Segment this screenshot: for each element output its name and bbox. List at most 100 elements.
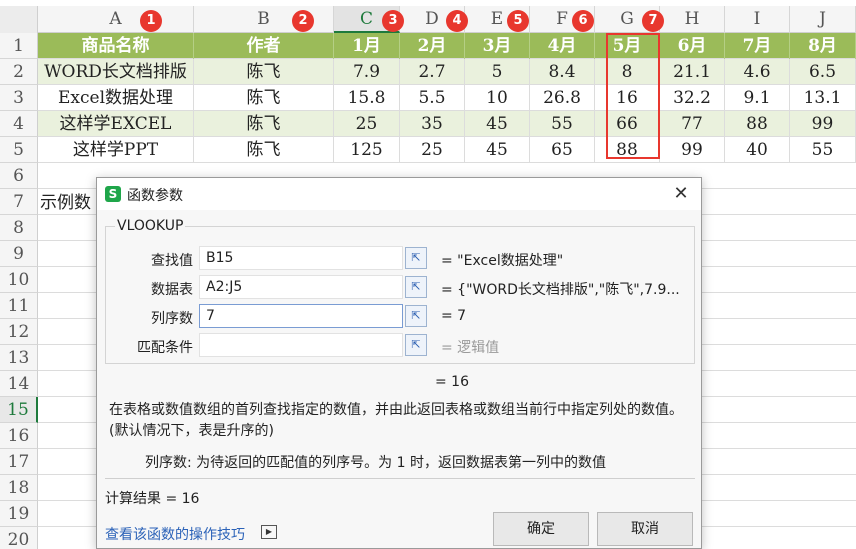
function-name: VLOOKUP — [115, 218, 186, 234]
table-cell[interactable]: 125 — [334, 137, 400, 163]
range-select-icon[interactable]: ⇱ — [405, 247, 427, 269]
table-cell[interactable]: 4.6 — [725, 59, 790, 85]
calculation-result: 计算结果 = 16 — [105, 491, 200, 507]
annotation-badge: 2 — [292, 10, 314, 32]
table-cell[interactable]: 21.1 — [660, 59, 725, 85]
header-cell[interactable]: 商品名称 — [38, 33, 194, 59]
header-cell[interactable]: 作者 — [194, 33, 334, 59]
table-cell[interactable]: 35 — [400, 111, 465, 137]
table-cell[interactable]: Excel数据处理 — [38, 85, 194, 111]
dialog-title: 函数参数 — [127, 188, 183, 204]
table-cell[interactable]: 7.9 — [334, 59, 400, 85]
dialog-titlebar[interactable]: S 函数参数 ✕ — [97, 178, 701, 210]
column-header-j[interactable]: J — [790, 6, 856, 33]
row-header-3[interactable]: 3 — [0, 85, 38, 111]
table-cell[interactable]: 5.5 — [400, 85, 465, 111]
header-cell[interactable]: 8月 — [790, 33, 856, 59]
row-header-7[interactable]: 7 — [0, 189, 38, 215]
table-cell[interactable]: 25 — [400, 137, 465, 163]
function-description: 在表格或数值数组的首列查找指定的数值，并由此返回表格或数组当前行中指定列处的数值… — [109, 402, 683, 439]
close-button[interactable]: ✕ — [669, 182, 693, 206]
table-cell[interactable]: 26.8 — [530, 85, 595, 111]
table-cell[interactable]: 这样学EXCEL — [38, 111, 194, 137]
annotation-badge: 6 — [572, 10, 594, 32]
formula-result: = 16 — [435, 374, 469, 390]
table-cell[interactable]: 45 — [465, 111, 530, 137]
ok-button[interactable]: 确定 — [493, 512, 589, 546]
function-tips-link[interactable]: 查看该函数的操作技巧 — [105, 524, 245, 544]
row-header-15[interactable]: 15 — [0, 397, 38, 423]
table-cell[interactable]: WORD长文档排版 — [38, 59, 194, 85]
cell-a7-text[interactable]: 示例数 — [40, 188, 91, 213]
row-header-17[interactable]: 17 — [0, 449, 38, 475]
header-cell[interactable]: 1月 — [334, 33, 400, 59]
row-header-5[interactable]: 5 — [0, 137, 38, 163]
range-select-icon[interactable]: ⇱ — [405, 305, 427, 327]
table-cell[interactable]: 32.2 — [660, 85, 725, 111]
table-cell[interactable]: 8.4 — [530, 59, 595, 85]
table-cell[interactable]: 45 — [465, 137, 530, 163]
range-lookup-input[interactable] — [199, 333, 403, 357]
table-cell[interactable]: 这样学PPT — [38, 137, 194, 163]
select-all-corner[interactable] — [0, 6, 38, 33]
header-cell[interactable]: 3月 — [465, 33, 530, 59]
col-index-input[interactable]: 7 — [199, 304, 403, 328]
column-header-i[interactable]: I — [725, 6, 790, 33]
arg-label-col-index: 列序数 — [151, 311, 193, 327]
table-cell[interactable]: 陈飞 — [194, 85, 334, 111]
table-array-input[interactable]: A2:J5 — [199, 275, 403, 299]
row-header-18[interactable]: 18 — [0, 475, 38, 501]
arg-result-table-array: = {"WORD长文档排版","陈飞",7.9... — [441, 282, 680, 298]
range-select-icon[interactable]: ⇱ — [405, 276, 427, 298]
row-header-4[interactable]: 4 — [0, 111, 38, 137]
table-cell[interactable]: 陈飞 — [194, 111, 334, 137]
lookup-value-input[interactable]: B15 — [199, 246, 403, 270]
column-header-h[interactable]: H — [660, 6, 725, 33]
row-header-1[interactable]: 1 — [0, 33, 38, 59]
header-cell[interactable]: 2月 — [400, 33, 465, 59]
row-header-19[interactable]: 19 — [0, 501, 38, 527]
row-header-16[interactable]: 16 — [0, 423, 38, 449]
table-cell[interactable]: 55 — [790, 137, 856, 163]
table-cell[interactable]: 陈飞 — [194, 137, 334, 163]
column-header-a[interactable]: A — [38, 6, 194, 33]
table-cell[interactable]: 13.1 — [790, 85, 856, 111]
table-cell[interactable]: 77 — [660, 111, 725, 137]
cancel-button[interactable]: 取消 — [597, 512, 693, 546]
table-cell[interactable]: 陈飞 — [194, 59, 334, 85]
table-cell[interactable]: 10 — [465, 85, 530, 111]
row-header-20[interactable]: 20 — [0, 527, 38, 549]
row-header-9[interactable]: 9 — [0, 241, 38, 267]
wps-sheet-icon: S — [105, 186, 121, 202]
arg-result-lookup-value: = "Excel数据处理" — [441, 253, 564, 269]
annotation-badge: 3 — [382, 10, 404, 32]
row-header-2[interactable]: 2 — [0, 59, 38, 85]
table-cell[interactable]: 15.8 — [334, 85, 400, 111]
annotation-badge: 1 — [140, 10, 162, 32]
table-cell[interactable]: 99 — [660, 137, 725, 163]
row-header-6[interactable]: 6 — [0, 163, 38, 189]
table-cell[interactable]: 55 — [530, 111, 595, 137]
row-header-11[interactable]: 11 — [0, 293, 38, 319]
table-cell[interactable]: 25 — [334, 111, 400, 137]
table-cell[interactable]: 2.7 — [400, 59, 465, 85]
row-header-10[interactable]: 10 — [0, 267, 38, 293]
table-cell[interactable]: 99 — [790, 111, 856, 137]
row-header-12[interactable]: 12 — [0, 319, 38, 345]
row-header-14[interactable]: 14 — [0, 371, 38, 397]
arg-result-range-lookup: = 逻辑值 — [441, 340, 500, 356]
table-cell[interactable]: 6.5 — [790, 59, 856, 85]
table-cell[interactable]: 5 — [465, 59, 530, 85]
table-cell[interactable]: 65 — [530, 137, 595, 163]
range-select-icon[interactable]: ⇱ — [405, 334, 427, 356]
header-cell[interactable]: 6月 — [660, 33, 725, 59]
header-cell[interactable]: 7月 — [725, 33, 790, 59]
row-header-13[interactable]: 13 — [0, 345, 38, 371]
table-cell[interactable]: 88 — [725, 111, 790, 137]
header-cell[interactable]: 4月 — [530, 33, 595, 59]
table-cell[interactable]: 40 — [725, 137, 790, 163]
row-header-8[interactable]: 8 — [0, 215, 38, 241]
table-row: 这样学PPT 陈飞 125 25 45 65 88 99 40 55 — [38, 137, 856, 163]
table-cell[interactable]: 9.1 — [725, 85, 790, 111]
video-play-icon[interactable]: ▶ — [261, 525, 277, 539]
